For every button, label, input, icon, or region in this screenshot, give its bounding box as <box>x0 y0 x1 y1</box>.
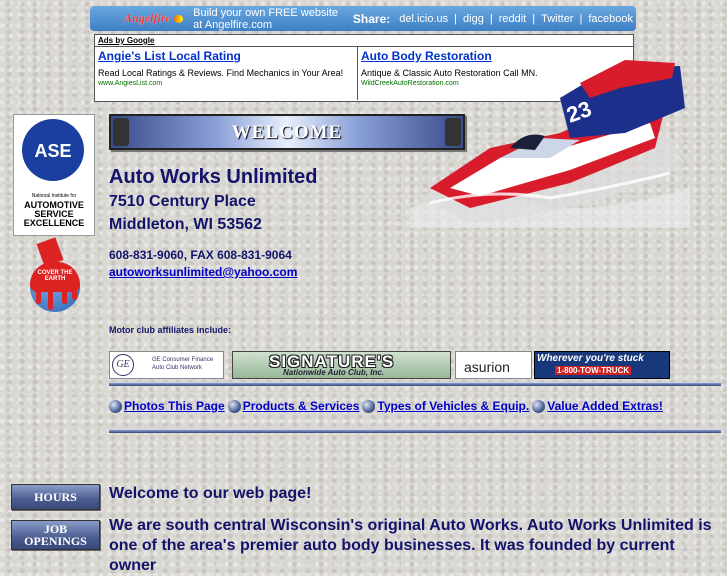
bullet-ball-icon <box>109 399 122 413</box>
race-boat-image: 23 <box>410 60 690 228</box>
nav-item-value-added[interactable]: Value Added Extras! <box>532 399 663 413</box>
ase-gear-icon: ASE <box>22 119 84 181</box>
ge-icon: GE <box>112 354 134 376</box>
share-link-twitter[interactable]: Twitter <box>538 13 576 25</box>
bullet-ball-icon <box>532 399 546 413</box>
motor-club-label: Motor club affiliates include: <box>109 325 232 335</box>
share-links: del.icio.us | digg | reddit | Twitter | … <box>396 13 636 25</box>
share-link-facebook[interactable]: facebook <box>585 13 636 25</box>
angelfire-logo[interactable]: Angelfire <box>124 11 171 26</box>
share-link-reddit[interactable]: reddit <box>496 13 530 25</box>
separator: | <box>454 12 458 25</box>
welcome-message: Welcome to our web page! <box>109 485 312 502</box>
ge-consumer-finance-logo: GE GE Consumer Finance Auto Club Network <box>109 351 224 379</box>
tow-truck-logo: Wherever you're stuck 1-800-TOW-TRUCK <box>534 351 670 379</box>
nav-link[interactable]: Products & Services <box>243 399 360 413</box>
bullet-ball-icon <box>362 399 376 413</box>
nav-item-vehicle-types[interactable]: Types of Vehicles & Equip. <box>362 399 529 413</box>
ase-logo: ASE National Institute for AUTOMOTIVE SE… <box>13 114 95 236</box>
separator: | <box>579 12 583 25</box>
nav-item-photos[interactable]: Photos This Page <box>109 399 225 413</box>
job-openings-button[interactable]: JOB OPENINGS <box>11 520 100 550</box>
intro-paragraph: We are south central Wisconsin's origina… <box>109 517 712 574</box>
signatures-auto-club-logo: SIGNATURE'S Nationwide Auto Club, Inc. <box>232 351 451 379</box>
asurion-logo: asurion <box>455 351 532 379</box>
bullet-ball-icon <box>227 399 241 413</box>
separator: | <box>532 12 536 25</box>
phone-fax: 608-831-9060, FAX 608-831-9064 <box>109 248 292 262</box>
nav-item-products-services[interactable]: Products & Services <box>227 399 360 413</box>
build-website-link[interactable]: Build your own FREE website at Angelfire… <box>193 7 347 31</box>
city-state-zip: Middleton, WI 53562 <box>109 216 262 233</box>
nav-link[interactable]: Photos This Page <box>124 399 225 413</box>
ad-url[interactable]: www.AngiesList.com <box>98 80 357 87</box>
email-link[interactable]: autoworksunlimited@yahoo.com <box>109 265 297 279</box>
paint-pour-icon: COVER THE EARTH <box>30 262 80 292</box>
share-link-digg[interactable]: digg <box>460 13 487 25</box>
ads-by-google-link[interactable]: Ads by Google <box>98 36 154 45</box>
divider <box>109 429 721 433</box>
nav-link[interactable]: Value Added Extras! <box>547 399 663 413</box>
divider <box>109 382 721 386</box>
sherwin-williams-logo: COVER THE EARTH <box>26 237 84 334</box>
street-address: 7510 Century Place <box>109 193 256 210</box>
share-label: Share: <box>352 11 391 26</box>
nav-links: Photos This Page Products & Services Typ… <box>109 399 666 413</box>
ad-title[interactable]: Angie's List Local Rating <box>98 49 357 63</box>
angelfire-top-bar: Angelfire Build your own FREE website at… <box>90 6 636 31</box>
ad-description: Read Local Ratings & Reviews. Find Mecha… <box>98 68 344 78</box>
hours-button[interactable]: HOURS <box>11 484 100 510</box>
share-link-delicious[interactable]: del.icio.us <box>396 13 451 25</box>
angelfire-flame-icon <box>173 14 184 23</box>
nav-link[interactable]: Types of Vehicles & Equip. <box>377 399 529 413</box>
company-name: Auto Works Unlimited <box>109 166 318 188</box>
ad-angies-list[interactable]: Angie's List Local Rating Read Local Rat… <box>95 47 358 100</box>
separator: | <box>489 12 493 25</box>
